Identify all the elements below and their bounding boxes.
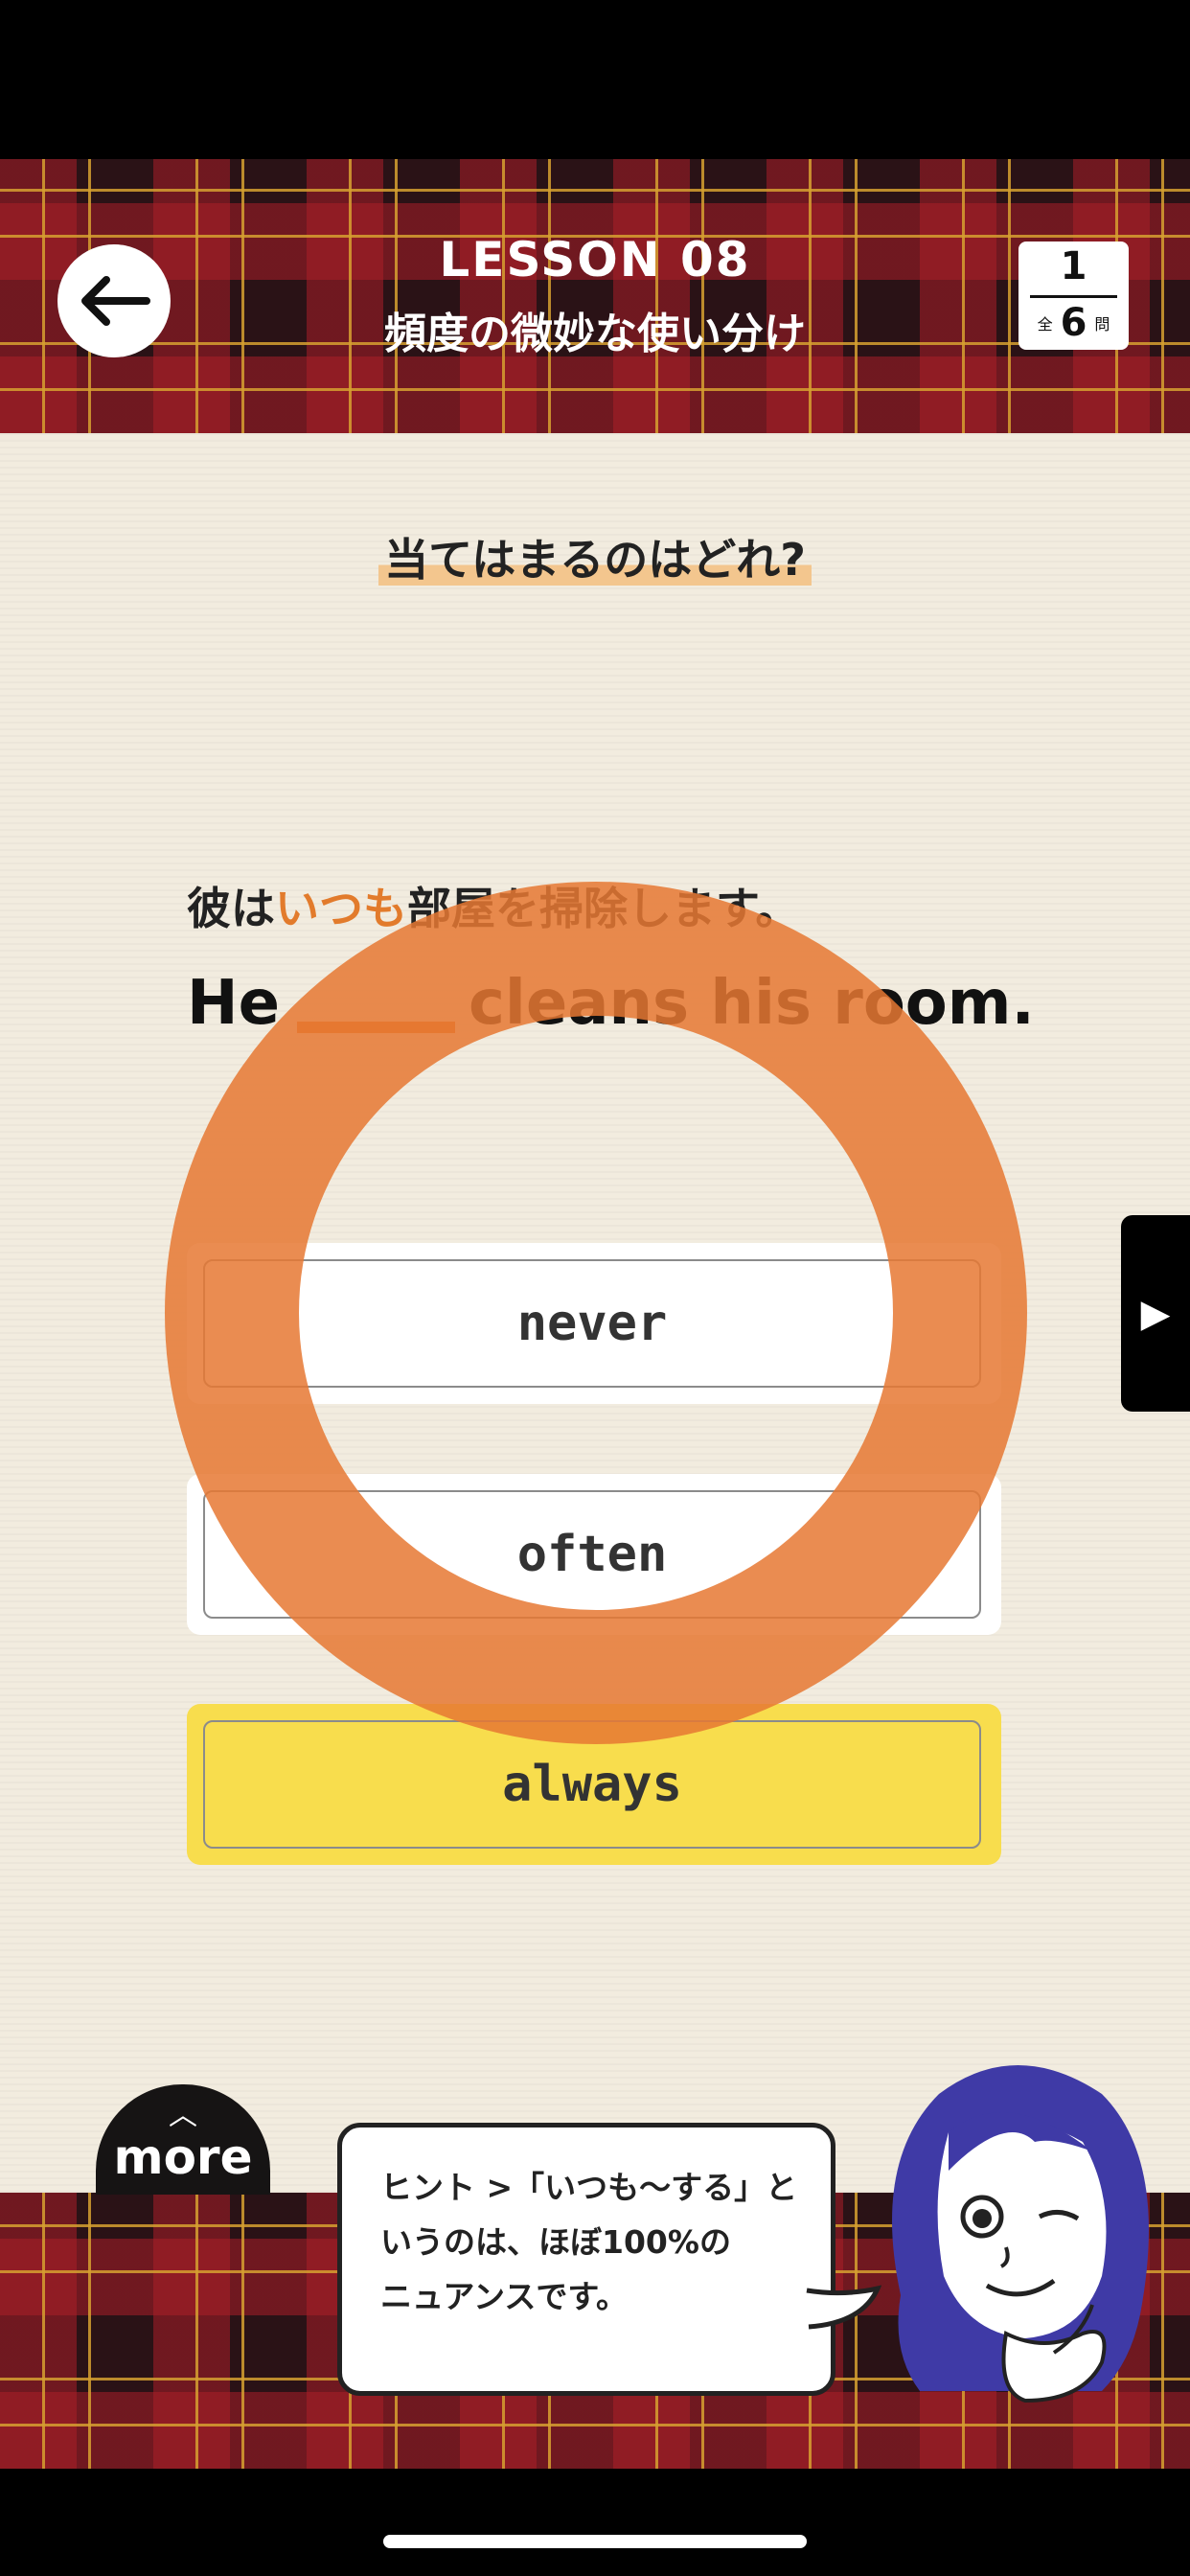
header-tartan — [0, 159, 1190, 433]
play-right-icon: ▶ — [1140, 1291, 1171, 1336]
hint-line-1: ヒント >「いつも〜する」と — [380, 2169, 798, 2206]
chevron-up-icon: ︿ — [169, 2099, 197, 2132]
hint-line-2: いうのは、ほぼ100%の — [380, 2223, 731, 2261]
lesson-subtitle: 頻度の微妙な使い分け — [384, 310, 806, 358]
next-button[interactable]: ▶ — [1121, 1215, 1190, 1412]
current-question-number: 1 — [1060, 244, 1087, 288]
hint-bubble: ヒント >「いつも〜する」と いうのは、ほぼ100%の ニュアンスです。 — [337, 2123, 835, 2396]
total-questions: 全 6 問 — [1037, 301, 1110, 345]
tutor-avatar-icon — [892, 2065, 1149, 2404]
more-button[interactable]: ︿ more — [96, 2084, 270, 2195]
highlighted-word: いつも — [275, 883, 407, 934]
counter-divider — [1030, 295, 1117, 298]
question-counter: 1 全 6 問 — [1018, 242, 1129, 350]
hint-line-3: ニュアンスです。 — [380, 2278, 629, 2315]
correct-answer-ring — [165, 882, 1027, 1744]
more-label: more — [113, 2129, 253, 2185]
question-prompt: 当てはまるのはどれ? — [0, 525, 1190, 588]
home-indicator[interactable] — [383, 2535, 807, 2548]
lesson-title: LESSON 08 — [439, 232, 751, 288]
